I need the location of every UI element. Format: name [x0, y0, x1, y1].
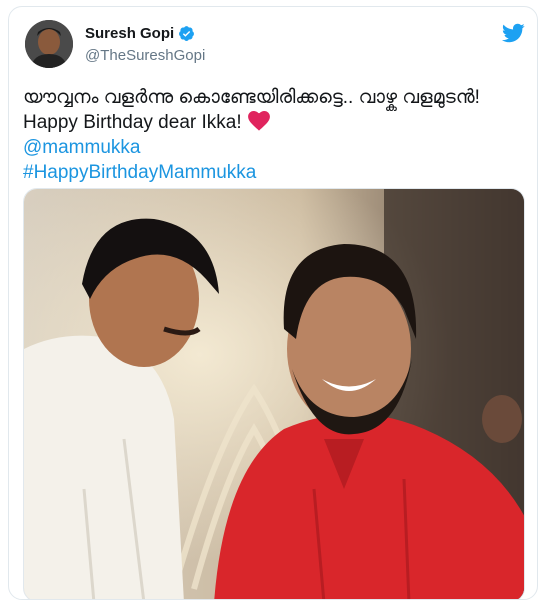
hashtag-link[interactable]: #HappyBirthdayMammukka: [23, 160, 528, 185]
tweet-text-english: Happy Birthday dear Ikka!: [23, 112, 242, 133]
user-handle[interactable]: @TheSureshGopi: [85, 47, 205, 64]
display-name[interactable]: Suresh Gopi: [85, 25, 174, 42]
avatar[interactable]: [25, 20, 73, 68]
tweet-text: യൗവ്വനം വളർന്നു കൊണ്ടേയിരിക്കട്ടെ.. വാഴ്…: [23, 85, 528, 185]
twitter-bird-icon[interactable]: [501, 21, 525, 45]
mention-link[interactable]: @mammukka: [23, 135, 528, 160]
tweet-card[interactable]: Suresh Gopi @TheSureshGopi യൗവ്വനം വളർന്…: [8, 6, 538, 600]
red-heart-icon: [247, 111, 270, 131]
verified-badge-icon: [179, 26, 195, 41]
tweet-text-malayalam: യൗവ്വനം വളർന്നു കൊണ്ടേയിരിക്കട്ടെ.. വാഴ്…: [23, 87, 480, 108]
tweet-photo[interactable]: [23, 188, 525, 599]
